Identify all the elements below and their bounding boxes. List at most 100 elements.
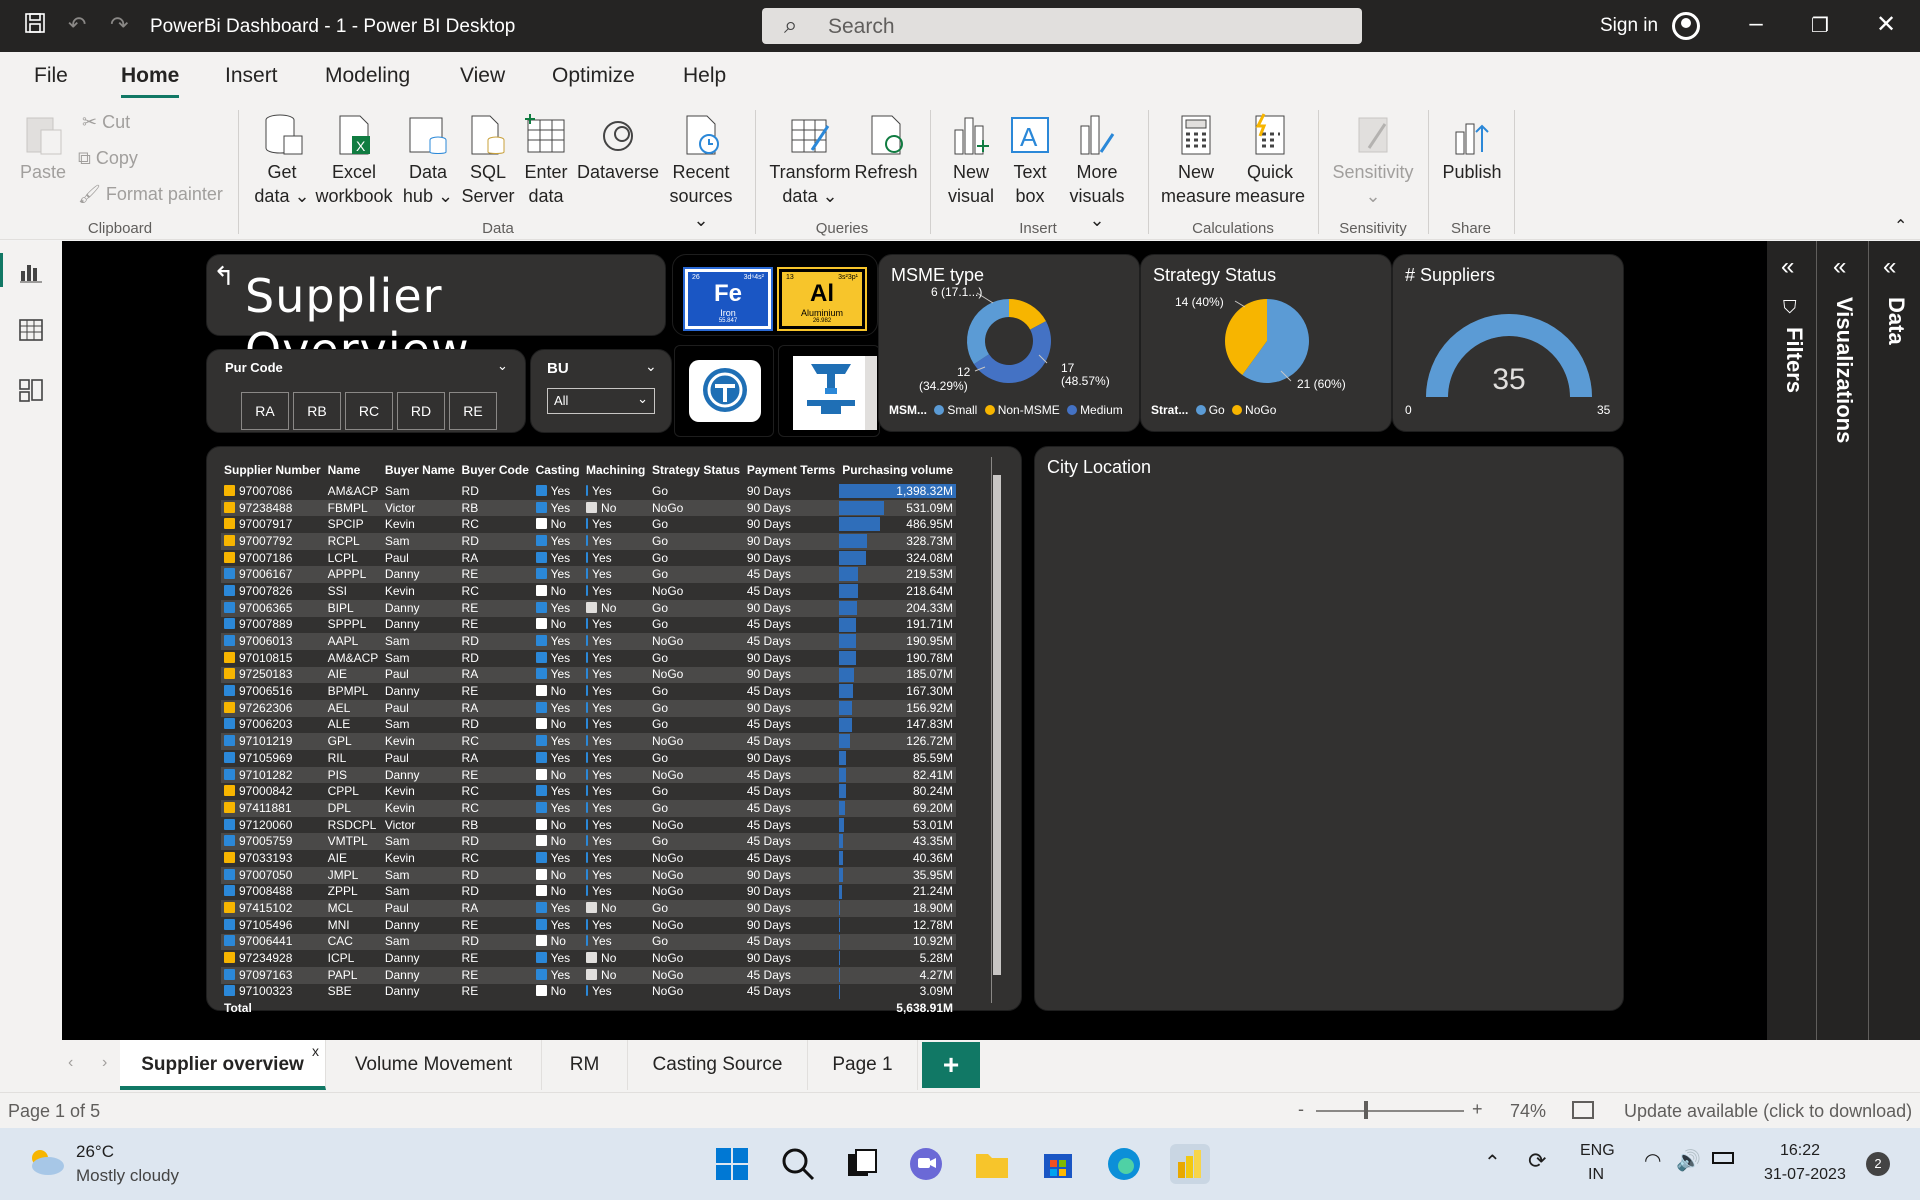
language[interactable]: ENG (1580, 1142, 1615, 1160)
chevron-up-icon[interactable]: ⌃ (1484, 1150, 1501, 1175)
redo-icon[interactable]: ↷ (110, 12, 128, 38)
edge-icon[interactable] (1104, 1144, 1144, 1184)
sign-in-link[interactable]: Sign in (1600, 15, 1658, 37)
more-visuals-button[interactable]: More visuals ⌄ (1060, 112, 1134, 232)
col-machining[interactable]: Machining (583, 457, 649, 483)
pur-code-option-rc[interactable]: RC (345, 392, 393, 430)
col-purchasing-volume[interactable]: Purchasing volume (839, 457, 956, 483)
menu-home[interactable]: Home (121, 64, 180, 98)
table-row[interactable]: 97250183 AIE Paul RA Yes Yes NoGo 90 Days 185.07… (221, 666, 956, 684)
publish-button[interactable]: Publish (1440, 112, 1504, 184)
table-row[interactable]: 97101282 PIS Danny RE No Yes NoGo 45 Days 82.41M (221, 766, 956, 784)
tab-volume-movement[interactable]: Volume Movement (326, 1040, 542, 1090)
filters-pane-tab[interactable]: Filters (1781, 327, 1807, 393)
text-box-button[interactable]: A Text box (1002, 112, 1058, 208)
table-row[interactable]: 97006441 CAC Sam RD No Yes Go 45 Days 10.92M (221, 933, 956, 951)
new-visual-button[interactable]: New visual (942, 112, 1000, 208)
table-row[interactable]: 97006013 AAPL Sam RD Yes Yes NoGo 45 Days 190.95… (221, 633, 956, 650)
table-scrollbar[interactable] (991, 457, 1001, 1003)
close-icon[interactable]: ✕ (1866, 10, 1906, 39)
scrollbar[interactable] (865, 356, 877, 430)
chevron-left-icon[interactable]: ‹ (68, 1054, 73, 1072)
table-row[interactable]: 97097163 PAPL Danny RE Yes No NoGo 45 Days 4.27M (221, 966, 956, 984)
windows-start-icon[interactable] (712, 1144, 752, 1184)
volume-icon[interactable]: 🔊 (1676, 1148, 1701, 1173)
power-bi-icon[interactable] (1170, 1144, 1210, 1184)
table-row[interactable]: 97006203 ALE Sam RD No Yes Go 45 Days 147.83M (221, 716, 956, 734)
chevron-right-icon[interactable]: › (102, 1054, 107, 1072)
avatar-icon[interactable] (1672, 12, 1700, 40)
battery-icon[interactable] (1712, 1152, 1734, 1164)
col-buyer-code[interactable]: Buyer Code (459, 457, 533, 483)
sql-server-button[interactable]: SQL Server (458, 112, 518, 208)
col-name[interactable]: Name (325, 457, 382, 483)
enter-data-button[interactable]: Enter data (518, 112, 574, 208)
zoom-thumb[interactable] (1364, 1101, 1368, 1119)
table-row[interactable]: 97007917 SPCIP Kevin RC No Yes Go 90 Days 486.95… (221, 516, 956, 534)
language-region[interactable]: IN (1588, 1166, 1604, 1184)
table-row[interactable]: 97411881 DPL Kevin RC Yes Yes Go 45 Days 69.20M (221, 800, 956, 817)
cut-button[interactable]: ✂ Cut (82, 112, 130, 133)
table-row[interactable]: 97415102 MCL Paul RA Yes No Go 90 Days 18.90M (221, 900, 956, 917)
file-explorer-icon[interactable] (972, 1144, 1012, 1184)
gauge[interactable] (1393, 255, 1625, 433)
close-tab-icon[interactable]: x (312, 1026, 319, 1076)
model-view-icon[interactable] (18, 377, 44, 403)
save-icon[interactable] (24, 12, 46, 40)
wifi-icon[interactable]: ◠ (1644, 1148, 1661, 1173)
col-payment-terms[interactable]: Payment Terms (744, 457, 839, 483)
search-icon[interactable] (778, 1144, 818, 1184)
tab-rm[interactable]: RM (542, 1040, 628, 1090)
zoom-out-button[interactable]: - (1298, 1099, 1304, 1120)
notification-badge[interactable]: 2 (1866, 1152, 1890, 1176)
table-row[interactable]: 97100323 SBE Danny RE No Yes NoGo 45 Days 3.09M (221, 983, 956, 1001)
table-row[interactable]: 97234928 ICPL Danny RE Yes No NoGo 90 Days 5.28M (221, 950, 956, 967)
col-supplier-number[interactable]: Supplier Number (221, 457, 325, 483)
fit-to-page-icon[interactable] (1572, 1101, 1594, 1119)
chevron-down-icon[interactable]: ⌄ (645, 358, 657, 375)
table-row[interactable]: 97007086 AM&ACP Sam RD Yes Yes Go 90 Days 1,398.… (221, 483, 956, 500)
table-row[interactable]: 97007792 RCPL Sam RD Yes Yes Go 90 Days 328.73M (221, 533, 956, 550)
chevron-left-icon[interactable]: « (1833, 253, 1846, 281)
table-row[interactable]: 97262306 AEL Paul RA Yes Yes Go 90 Days 156.92M (221, 699, 956, 717)
copy-button[interactable]: ⧉ Copy (78, 148, 138, 169)
menu-insert[interactable]: Insert (225, 64, 278, 88)
excel-workbook-button[interactable]: X Excel workbook (314, 112, 394, 208)
col-buyer-name[interactable]: Buyer Name (382, 457, 459, 483)
menu-help[interactable]: Help (683, 64, 726, 88)
menu-view[interactable]: View (460, 64, 505, 88)
scrollbar-thumb[interactable] (993, 475, 1001, 975)
search-box[interactable]: ⌕ Search (762, 8, 1362, 44)
machine-tile[interactable] (778, 345, 880, 437)
get-data-button[interactable]: Get data ⌄ (252, 112, 312, 208)
add-page-button[interactable]: + (922, 1042, 980, 1088)
table-row[interactable]: 97105496 MNI Danny RE Yes Yes NoGo 90 Days 12.78… (221, 916, 956, 934)
table-row[interactable]: 97005759 VMTPL Sam RD No Yes Go 45 Days 43.35M (221, 833, 956, 851)
table-view-icon[interactable] (18, 317, 44, 343)
table-row[interactable]: 97006167 APPPL Danny RE Yes Yes Go 45 Days 219.5… (221, 566, 956, 584)
sensitivity-button[interactable]: Sensitivity ⌄ (1330, 112, 1416, 208)
back-icon[interactable]: ↰ (213, 261, 235, 292)
table-row[interactable]: 97010815 AM&ACP Sam RD Yes Yes Go 90 Days 190.78… (221, 649, 956, 667)
city-location-map[interactable]: City Location (1034, 446, 1624, 1011)
chevron-left-icon[interactable]: « (1883, 253, 1896, 281)
format-painter-button[interactable]: 🖌 Format painter (78, 184, 223, 205)
table-row[interactable]: 97008488 ZPPL Sam RD No Yes NoGo 90 Days 21.24M (221, 883, 956, 901)
data-hub-button[interactable]: Data hub ⌄ (398, 112, 458, 208)
table-row[interactable]: 97007826 SSI Kevin RC No Yes NoGo 45 Days 218.64… (221, 583, 956, 600)
zoom-slider[interactable] (1316, 1110, 1464, 1112)
minimize-icon[interactable]: – (1736, 10, 1776, 38)
zoom-in-button[interactable]: + (1472, 1099, 1483, 1120)
table-row[interactable]: 97007186 LCPL Paul RA Yes Yes Go 90 Days 324.08M (221, 549, 956, 567)
new-measure-button[interactable]: New measure (1160, 112, 1232, 208)
refresh-button[interactable]: Refresh (854, 112, 918, 184)
table-row[interactable]: 97101219 GPL Kevin RC Yes Yes NoGo 45 Days 126.7… (221, 733, 956, 750)
pur-code-option-ra[interactable]: RA (241, 392, 289, 430)
aluminium-tile[interactable]: 13 3s²3p¹ Al Aluminium 26.982 (777, 267, 867, 331)
transform-data-button[interactable]: Transform data ⌄ (768, 112, 852, 208)
chat-icon[interactable] (906, 1144, 946, 1184)
iron-tile[interactable]: 26 3d⁶4s² Fe Iron 55.847 (683, 267, 773, 331)
tab-casting-source[interactable]: Casting Source (628, 1040, 808, 1090)
restore-icon[interactable]: ❐ (1800, 13, 1840, 38)
chevron-left-icon[interactable]: « (1781, 253, 1794, 281)
